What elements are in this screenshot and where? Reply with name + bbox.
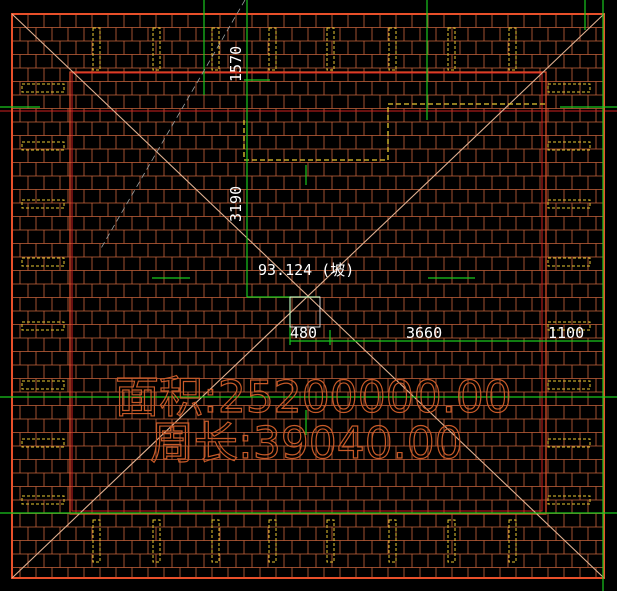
dimension-left-vertical[interactable]: 3190 bbox=[227, 186, 245, 222]
dimension-bottom-right[interactable]: 1100 bbox=[548, 324, 584, 342]
dimension-center-slope[interactable]: 93.124 (坡) bbox=[258, 261, 354, 279]
dimension-bottom-mid[interactable]: 3660 bbox=[406, 324, 442, 342]
dimension-bottom-left[interactable]: 480 bbox=[290, 324, 317, 342]
roof-plan-drawing[interactable]: 1570 3190 93.124 (坡) 480 3660 1100 面积:25… bbox=[0, 0, 617, 591]
dimension-top-vertical[interactable]: 1570 bbox=[227, 46, 245, 82]
area-summary-text: 面积:25200000.00 bbox=[115, 372, 512, 423]
perimeter-summary-text: 周长:39040.00 bbox=[150, 418, 463, 469]
cad-viewport[interactable]: 1570 3190 93.124 (坡) 480 3660 1100 面积:25… bbox=[0, 0, 617, 591]
